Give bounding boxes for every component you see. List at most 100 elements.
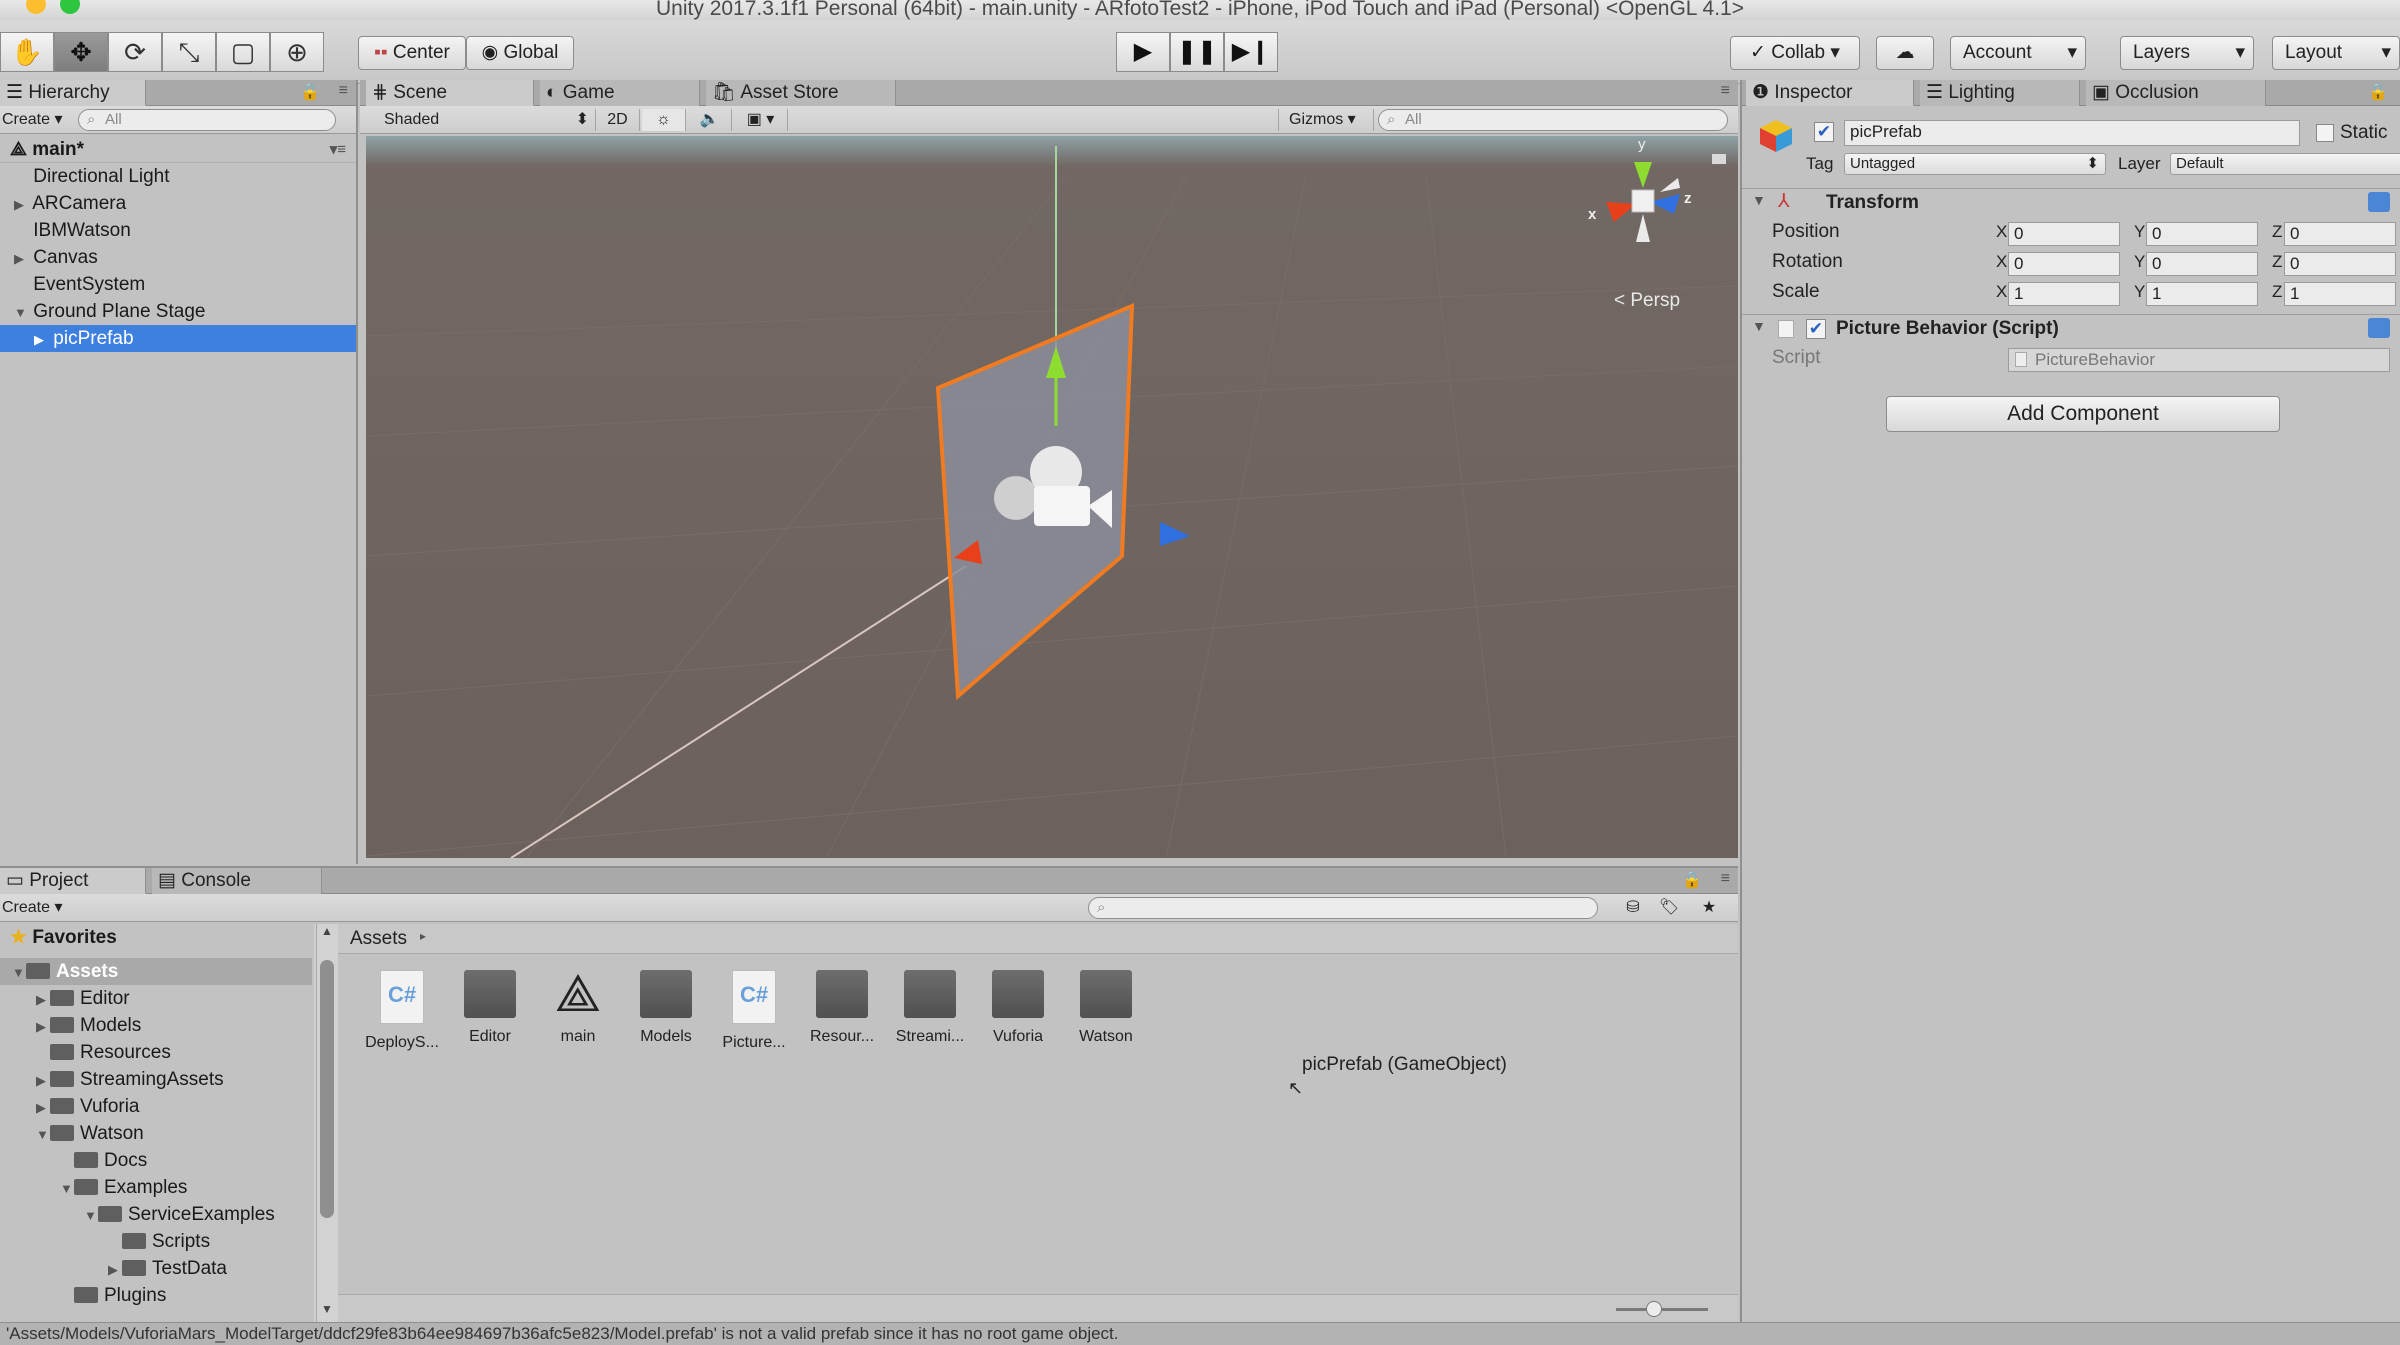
space-global-button[interactable]: ◉ Global — [466, 36, 574, 70]
audio-toggle[interactable]: 🔈 — [688, 109, 732, 131]
active-checkbox[interactable]: ✔ — [1814, 122, 1834, 142]
tab-lighting[interactable]: ☰ Lighting — [1920, 80, 2080, 106]
collapse-arrow-icon[interactable]: ▼ — [12, 959, 26, 986]
project-tree-item[interactable]: Docs — [0, 1147, 312, 1174]
effects-dropdown[interactable]: ▣ ▾ — [734, 109, 788, 131]
rect-tool-button[interactable]: ▢ — [216, 32, 270, 72]
hierarchy-item[interactable]: ▶ picPrefab — [0, 325, 356, 352]
static-checkbox[interactable] — [2316, 124, 2334, 142]
project-tree-item[interactable]: ▼ ServiceExamples — [0, 1201, 312, 1228]
project-tree-item[interactable]: ▼ Examples — [0, 1174, 312, 1201]
status-bar[interactable]: 'Assets/Models/VuforiaMars_ModelTarget/d… — [0, 1322, 2400, 1345]
icon-size-slider-knob[interactable] — [1646, 1301, 1662, 1317]
asset-folder[interactable]: Streami... — [890, 970, 970, 1046]
transform-scale-y-field[interactable]: 1 — [2146, 282, 2258, 306]
project-tree-item[interactable]: ▶ TestData — [0, 1255, 312, 1282]
toggle-2d-button[interactable]: 2D — [596, 109, 640, 131]
expand-arrow-icon[interactable]: ▶ — [14, 245, 28, 272]
collab-dropdown[interactable]: ✓ Collab ▾ — [1730, 36, 1860, 70]
axis-z-label[interactable]: Z — [2272, 250, 2282, 274]
transform-tool-button[interactable]: ⊕ — [270, 32, 324, 72]
project-tree-item[interactable]: Resources — [0, 1039, 312, 1066]
filter-type-icon[interactable]: ⛁ — [1618, 897, 1648, 919]
tag-dropdown[interactable]: Untagged ⬍ — [1844, 153, 2106, 175]
orientation-gizmo[interactable]: y z x — [1588, 136, 1698, 246]
transform-scale-z-field[interactable]: 1 — [2284, 282, 2396, 306]
tab-inspector[interactable]: ❶ Inspector — [1746, 80, 1914, 106]
scrollbar-thumb[interactable] — [320, 960, 334, 1218]
asset-folder[interactable]: Resour... — [802, 970, 882, 1046]
expand-arrow-icon[interactable]: ▶ — [14, 191, 28, 218]
project-tree-item[interactable]: ▼ Assets — [0, 958, 312, 985]
hierarchy-item[interactable]: Directional Light — [0, 163, 356, 190]
project-tree-item[interactable]: ▶ Models — [0, 1012, 312, 1039]
script-component-header[interactable]: ▼ ✔ Picture Behavior (Script) — [1742, 316, 2400, 342]
pivot-center-button[interactable]: ▪▪ Center — [358, 36, 466, 70]
gizmo-y-cone[interactable] — [1634, 162, 1652, 188]
transform-header[interactable]: ▼ ⅄ Transform — [1742, 190, 2400, 216]
scroll-down-arrow-icon[interactable]: ▼ — [317, 1302, 337, 1316]
tab-asset-store[interactable]: 🛍 Asset Store — [706, 80, 896, 106]
transform-position-y-field[interactable]: 0 — [2146, 222, 2258, 246]
hand-tool-button[interactable]: ✋ — [0, 32, 54, 72]
asset-folder[interactable]: Watson — [1066, 970, 1146, 1046]
expand-arrow-icon[interactable]: ▶ — [36, 1094, 50, 1121]
axis-x-label[interactable]: X — [1996, 220, 2007, 244]
cloud-button[interactable]: ☁ — [1876, 36, 1934, 70]
project-menu-icon[interactable]: ≡ — [1721, 870, 1730, 888]
tab-occlusion[interactable]: ▣ Occlusion — [2086, 80, 2266, 106]
hierarchy-item[interactable]: ▶ Canvas — [0, 244, 356, 271]
favorites-star-icon[interactable]: ★ — [1694, 897, 1724, 919]
project-tree-item[interactable]: Plugins — [0, 1282, 312, 1309]
script-reference-field[interactable]: PictureBehavior — [2008, 348, 2390, 372]
filter-label-icon[interactable]: 🏷 — [1654, 897, 1684, 919]
transform-rotation-z-field[interactable]: 0 — [2284, 252, 2396, 276]
script-enabled-checkbox[interactable]: ✔ — [1806, 319, 1826, 339]
tab-project[interactable]: ▭ Project — [0, 868, 146, 894]
expand-arrow-icon[interactable]: ▶ — [36, 1013, 50, 1040]
axis-z-label[interactable]: Z — [2272, 220, 2282, 244]
scene-panel-menu-icon[interactable]: ≡ — [1721, 82, 1730, 100]
asset-script[interactable]: C# DeployS... — [362, 970, 442, 1052]
axis-x-label[interactable]: X — [1996, 280, 2007, 304]
project-search-input[interactable]: ⌕ — [1088, 897, 1598, 919]
project-tree-item[interactable]: ▶ StreamingAssets — [0, 1066, 312, 1093]
expand-arrow-icon[interactable]: ▶ — [108, 1256, 122, 1283]
minimize-window-button[interactable] — [26, 0, 46, 14]
icon-size-slider[interactable] — [1616, 1308, 1708, 1311]
shading-dropdown[interactable]: Shaded ⬍ — [384, 109, 596, 131]
hierarchy-item[interactable]: ▼ Ground Plane Stage — [0, 298, 356, 325]
expand-arrow-icon[interactable]: ▶ — [36, 1067, 50, 1094]
hierarchy-create-button[interactable]: Create ▾ — [2, 109, 63, 131]
axis-z-label[interactable]: Z — [2272, 280, 2282, 304]
expand-arrow-icon[interactable]: ▶ — [34, 326, 48, 353]
move-tool-button[interactable]: ✥ — [54, 32, 108, 72]
hierarchy-item[interactable]: IBMWatson — [0, 217, 356, 244]
axis-x-label[interactable]: X — [1996, 250, 2007, 274]
project-tree-item[interactable]: Scripts — [0, 1228, 312, 1255]
asset-folder[interactable]: Models — [626, 970, 706, 1046]
tab-game[interactable]: ◐ Game — [540, 80, 700, 106]
project-tree-item[interactable]: ▼ Watson — [0, 1120, 312, 1147]
scene-viewport[interactable]: y z x < Persp — [366, 136, 1738, 858]
projection-toggle[interactable]: < Persp — [1614, 290, 1680, 312]
hierarchy-search-input[interactable]: ⌕ All — [78, 109, 336, 131]
transform-scale-x-field[interactable]: 1 — [2008, 282, 2120, 306]
account-dropdown[interactable]: Account ▾ — [1950, 36, 2086, 70]
move-gizmo-z-handle[interactable] — [1160, 522, 1190, 546]
collapse-arrow-icon[interactable]: ▼ — [1752, 192, 1766, 208]
play-button[interactable]: ▶ — [1116, 32, 1170, 72]
pause-button[interactable]: ❚❚ — [1170, 32, 1224, 72]
favorites-row[interactable]: ★ Favorites — [0, 924, 316, 951]
layers-dropdown[interactable]: Layers ▾ — [2120, 36, 2254, 70]
inspector-lock-icon[interactable]: 🔒 — [2368, 82, 2388, 102]
gizmos-dropdown[interactable]: Gizmos ▾ — [1278, 109, 1374, 131]
scale-tool-button[interactable]: ⤡ — [162, 32, 216, 72]
axis-y-label[interactable]: Y — [2134, 280, 2145, 304]
breadcrumb-assets[interactable]: Assets — [350, 927, 407, 951]
rotate-tool-button[interactable]: ⟳ — [108, 32, 162, 72]
scene-lock-icon[interactable] — [1712, 154, 1726, 164]
asset-folder[interactable]: Editor — [450, 970, 530, 1046]
lighting-toggle[interactable]: ☼ — [642, 109, 686, 131]
help-book-icon[interactable] — [2368, 318, 2390, 338]
